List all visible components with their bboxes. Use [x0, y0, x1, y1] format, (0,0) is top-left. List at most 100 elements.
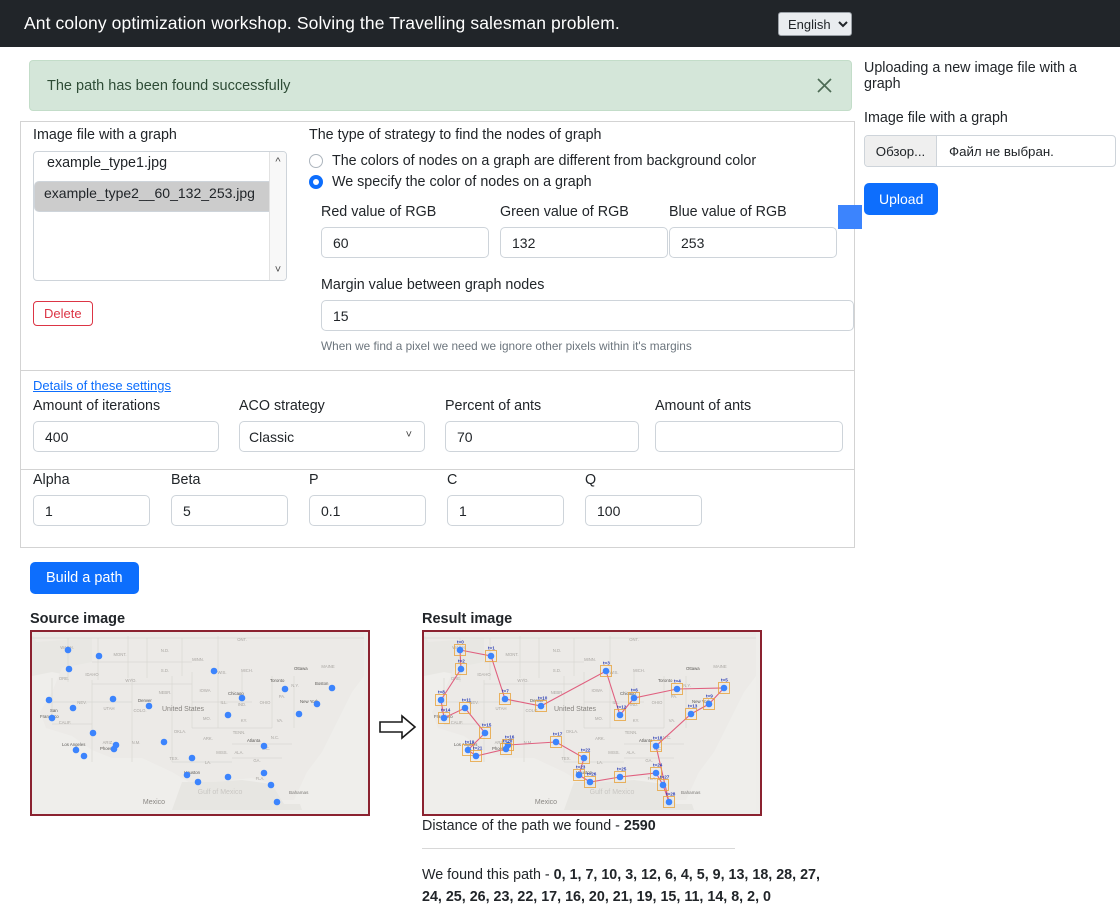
graph-node [665, 798, 673, 806]
blue-field-group: Blue value of RGB [669, 204, 837, 258]
strategy-option-auto[interactable]: The colors of nodes on a graph are diffe… [309, 153, 756, 169]
settings-card: Image file with a graph example_type1.jp… [20, 121, 862, 548]
c-input[interactable] [447, 495, 564, 526]
graph-node [501, 695, 509, 703]
graph-node [95, 652, 103, 660]
svg-text:Gulf of Mexico: Gulf of Mexico [590, 789, 635, 796]
chevron-down-icon[interactable]: ˅ [270, 264, 286, 276]
alpha-label: Alpha [33, 472, 70, 488]
source-image-title: Source image [30, 611, 126, 627]
graph-node [273, 798, 281, 806]
graph-node [630, 694, 638, 702]
node-label: t=11 [462, 698, 472, 703]
svg-text:OKLA.: OKLA. [174, 729, 186, 734]
red-input[interactable] [321, 227, 489, 258]
graph-node [89, 729, 97, 737]
strategy-option-manual[interactable]: We specify the color of nodes on a graph [309, 174, 592, 190]
divider [422, 848, 735, 849]
red-label: Red value of RGB [321, 204, 437, 220]
upload-button[interactable]: Upload [864, 183, 939, 215]
graph-node [45, 696, 53, 704]
svg-text:LA.: LA. [205, 760, 211, 765]
delete-button[interactable]: Delete [33, 301, 93, 326]
image-file-label: Image file with a graph [33, 127, 177, 143]
list-item[interactable]: example_type1.jpg [34, 152, 286, 174]
svg-text:COLO.: COLO. [133, 708, 146, 713]
svg-text:Boston: Boston [315, 681, 329, 686]
svg-text:ALA.: ALA. [234, 750, 243, 755]
svg-text:MONT.: MONT. [113, 652, 126, 657]
beta-input[interactable] [171, 495, 288, 526]
radio-icon-selected[interactable] [309, 175, 323, 189]
node-label: t=2 [458, 659, 465, 664]
color-swatch [838, 205, 862, 229]
graph-node [461, 704, 469, 712]
chevron-up-icon[interactable]: ^ [270, 156, 286, 168]
svg-text:WIS.: WIS. [609, 670, 618, 675]
amount-label: Amount of ants [655, 398, 752, 414]
app-title: Ant colony optimization workshop. Solvin… [24, 13, 620, 33]
graph-node [705, 700, 713, 708]
c-label: C [447, 472, 458, 488]
p-input[interactable] [309, 495, 426, 526]
top-navbar: Ant colony optimization workshop. Solvin… [0, 0, 1120, 47]
graph-node [652, 742, 660, 750]
distance-text: Distance of the path we found - 2590 [422, 818, 656, 834]
graph-node [687, 710, 695, 718]
image-file-listbox[interactable]: example_type1.jpg example_type2__60_132_… [33, 151, 287, 281]
list-item[interactable]: example_type2__60_132_253.jpg [34, 181, 286, 212]
svg-text:IDAHO: IDAHO [477, 672, 491, 677]
svg-text:NEBR.: NEBR. [551, 690, 564, 695]
node-label: t=22 [581, 748, 591, 753]
language-select[interactable]: English [778, 12, 852, 36]
graph-node [457, 665, 465, 673]
node-label: t=9 [706, 694, 713, 699]
radio-icon[interactable] [309, 154, 323, 168]
svg-text:Toronto: Toronto [658, 678, 673, 683]
alpha-input[interactable] [33, 495, 150, 526]
graph-node [440, 714, 448, 722]
result-image-title: Result image [422, 611, 513, 627]
svg-text:OKLA.: OKLA. [566, 729, 578, 734]
amount-input[interactable] [655, 421, 843, 452]
aco-strategy-select[interactable]: Classic [239, 421, 425, 452]
listbox-scrollbar[interactable]: ^ ˅ [269, 152, 286, 280]
node-label: t=26 [587, 772, 597, 777]
iterations-group: Amount of iterations [33, 398, 219, 452]
svg-text:TENN.: TENN. [625, 730, 638, 735]
success-alert: The path has been found successfully [29, 60, 852, 111]
browse-button[interactable]: Обзор... [865, 136, 937, 166]
graph-node [69, 704, 77, 712]
p-group: P [309, 472, 426, 526]
svg-text:GA.: GA. [645, 758, 652, 763]
build-path-button[interactable]: Build a path [30, 562, 139, 594]
beta-group: Beta [171, 472, 288, 526]
graph-node [65, 665, 73, 673]
close-icon[interactable] [811, 72, 837, 98]
percent-input[interactable] [445, 421, 639, 452]
svg-text:ALA.: ALA. [626, 750, 635, 755]
graph-node [720, 684, 728, 692]
margin-input[interactable] [321, 300, 854, 331]
graph-node [48, 714, 56, 722]
strategy-title: The type of strategy to find the nodes o… [309, 127, 602, 143]
svg-text:KY.: KY. [633, 718, 639, 723]
map-label-bahamas: Bahamas [289, 790, 309, 795]
node-label: t=3 [603, 661, 610, 666]
svg-text:IOWA: IOWA [591, 688, 602, 693]
q-group: Q [585, 472, 702, 526]
graph-node [580, 754, 588, 762]
graph-node [295, 710, 303, 718]
app-page: Ant colony optimization workshop. Solvin… [0, 0, 1120, 922]
distance-value: 2590 [623, 818, 656, 834]
svg-text:ONT.: ONT. [629, 637, 639, 642]
file-picker[interactable]: Обзор... Файл не выбран. [864, 135, 1116, 167]
green-input[interactable] [500, 227, 668, 258]
svg-text:GA.: GA. [253, 758, 260, 763]
blue-input[interactable] [669, 227, 837, 258]
details-link[interactable]: Details of these settings [33, 378, 171, 393]
blue-label: Blue value of RGB [669, 204, 787, 220]
graph-node [472, 752, 480, 760]
q-input[interactable] [585, 495, 702, 526]
iterations-input[interactable] [33, 421, 219, 452]
